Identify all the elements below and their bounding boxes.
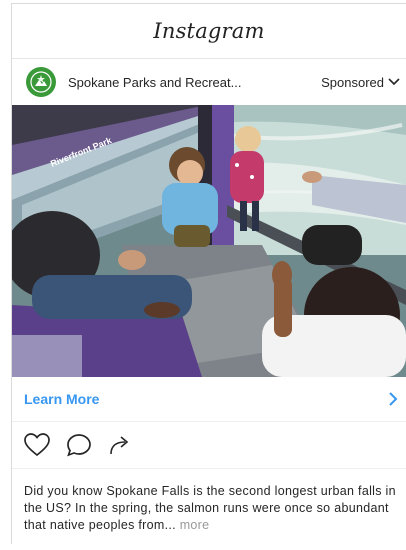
instagram-wordmark: Instagram (153, 19, 265, 43)
comment-button[interactable] (66, 433, 92, 457)
post-actions (12, 422, 406, 468)
share-icon (110, 436, 129, 455)
app-header: Instagram (12, 4, 406, 59)
heart-icon (24, 433, 50, 457)
comment-icon (67, 434, 91, 457)
post-image[interactable]: Riverfront Park (12, 105, 406, 377)
sponsored-dropdown[interactable]: Sponsored (321, 75, 400, 90)
ad-preview-frame: Instagram Spokane Parks and Recreat... S… (11, 3, 406, 544)
learn-more-label: Learn More (24, 391, 100, 407)
post-caption: Did you know Spokane Falls is the second… (12, 469, 406, 534)
learn-more-button[interactable]: Learn More (12, 377, 406, 422)
share-button[interactable] (108, 434, 132, 456)
more-link[interactable]: more (176, 518, 209, 532)
like-button[interactable] (24, 433, 50, 457)
caption-text: Did you know Spokane Falls is the second… (24, 484, 396, 532)
park-logo-icon (30, 71, 52, 93)
avatar[interactable] (26, 67, 56, 97)
chevron-right-icon (389, 392, 398, 406)
post-header: Spokane Parks and Recreat... Sponsored (12, 59, 406, 105)
chevron-down-icon (388, 78, 400, 86)
gondola-photo: Riverfront Park (12, 105, 406, 377)
account-name[interactable]: Spokane Parks and Recreat... (68, 75, 321, 90)
sponsored-label: Sponsored (321, 74, 384, 90)
